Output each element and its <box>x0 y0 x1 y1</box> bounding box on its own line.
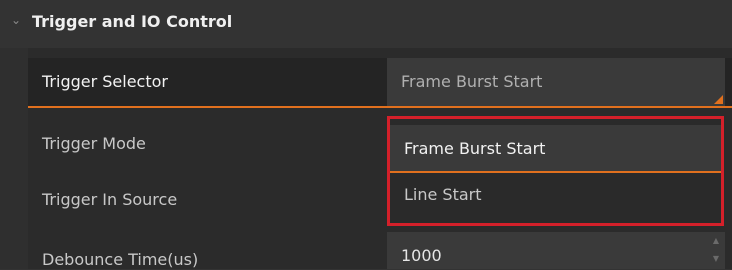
debounce-stepper[interactable]: ▲ ▼ <box>711 234 721 270</box>
stepper-down-icon[interactable]: ▼ <box>711 254 721 264</box>
debounce-time-value: 1000 <box>401 246 442 265</box>
stepper-up-icon[interactable]: ▲ <box>711 236 721 246</box>
chevron-down-icon[interactable]: ⌄ <box>8 12 24 28</box>
dropdown-option-frame-burst-start[interactable]: Frame Burst Start <box>390 125 721 173</box>
debounce-time-label: Debounce Time(us) <box>42 250 199 269</box>
section-title: Trigger and IO Control <box>32 12 233 31</box>
section-header[interactable]: ⌄ Trigger and IO Control <box>0 0 732 48</box>
trigger-selector-label: Trigger Selector <box>42 72 168 91</box>
dropdown-list: Frame Burst Start Line Start <box>387 116 724 226</box>
option-label: Line Start <box>404 185 482 204</box>
trigger-mode-label: Trigger Mode <box>42 134 146 153</box>
trigger-selector-dropdown[interactable]: Frame Burst Start <box>387 58 725 106</box>
dropdown-corner-icon <box>714 95 723 104</box>
dropdown-option-line-start[interactable]: Line Start <box>390 175 721 223</box>
debounce-time-input[interactable]: 1000 ▲ ▼ <box>387 232 725 269</box>
option-label: Frame Burst Start <box>404 139 546 158</box>
trigger-selector-value: Frame Burst Start <box>401 72 543 91</box>
trigger-in-source-label: Trigger In Source <box>42 190 178 209</box>
side-strip <box>0 48 28 269</box>
